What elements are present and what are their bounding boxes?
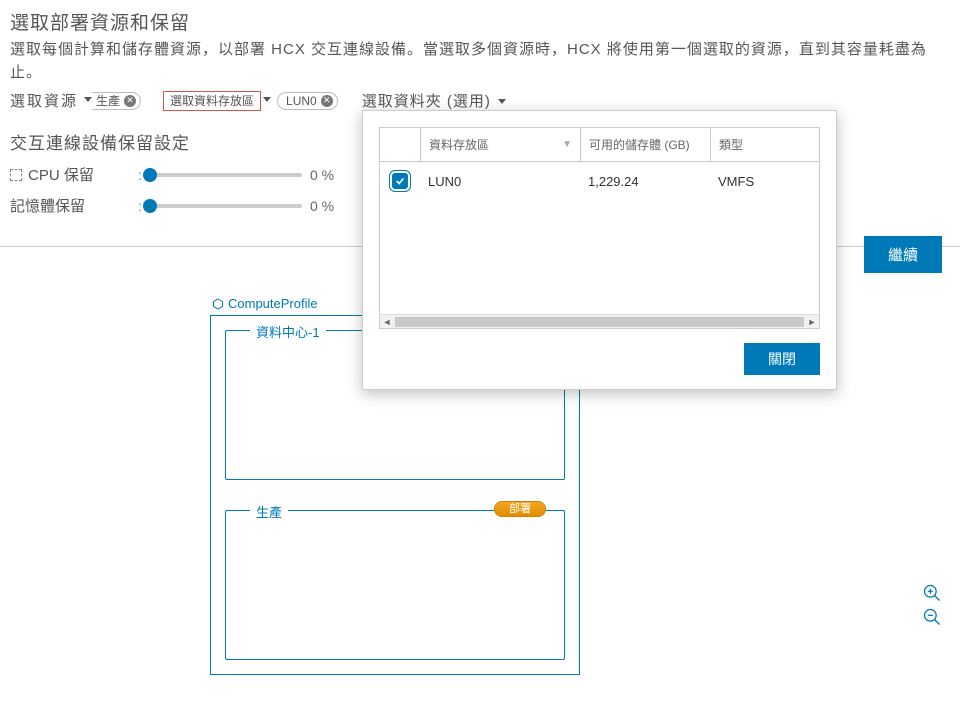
- memory-label: 記憶體保留: [10, 195, 85, 216]
- row-checkbox[interactable]: [392, 173, 408, 189]
- hexagon-icon: [212, 298, 224, 310]
- memory-reservation-row: 記憶體保留 : 0 %: [10, 195, 350, 216]
- cluster-box[interactable]: 生產 部署: [225, 510, 565, 660]
- cell-free: 1,229.24: [580, 174, 710, 189]
- chevron-down-icon[interactable]: [84, 97, 92, 102]
- datastore-popup: 資料存放區 ▼ 可用的儲存體 (GB) 類型: [362, 110, 837, 390]
- select-datastore-label: 選取資料存放區: [170, 92, 254, 109]
- memory-value: 0 %: [310, 198, 350, 214]
- horizontal-scrollbar[interactable]: ◄ ►: [380, 314, 819, 328]
- deploy-badge: 部署: [494, 501, 546, 517]
- cell-type: VMFS: [710, 174, 819, 189]
- reservation-section-title: 交互連線設備保留設定: [10, 129, 350, 154]
- remove-icon[interactable]: ✕: [124, 95, 136, 107]
- compute-profile-text: ComputeProfile: [228, 296, 318, 311]
- table-body: LUN0 1,229.24 VMFS: [380, 162, 819, 314]
- datacenter-label: 資料中心-1: [250, 322, 326, 341]
- close-button[interactable]: 關閉: [744, 343, 820, 375]
- filter-icon[interactable]: ▼: [562, 139, 572, 150]
- select-datastore-button[interactable]: 選取資料存放區: [163, 91, 261, 111]
- resource-select-row: 選取資源 生產 ✕ 選取資料存放區 LUN0 ✕ 選取資料夾 (選用): [10, 90, 950, 111]
- datastore-table: 資料存放區 ▼ 可用的儲存體 (GB) 類型: [379, 127, 820, 329]
- select-folder-label: 選取資料夾 (選用): [362, 93, 491, 110]
- column-datastore[interactable]: 資料存放區 ▼: [420, 128, 580, 161]
- column-datastore-label: 資料存放區: [429, 136, 489, 153]
- cpu-reservation-row: CPU 保留 : 0 %: [10, 164, 350, 185]
- scroll-right-icon[interactable]: ►: [805, 317, 819, 327]
- chevron-down-icon: [498, 99, 506, 104]
- cpu-icon: [10, 169, 22, 181]
- resource-chip-label: 生產: [96, 92, 120, 109]
- select-resource-label: 選取資源: [10, 90, 78, 111]
- slider-thumb[interactable]: [143, 199, 157, 213]
- scroll-left-icon[interactable]: ◄: [380, 317, 394, 327]
- slider-thumb[interactable]: [143, 168, 157, 182]
- memory-slider[interactable]: [150, 204, 302, 208]
- column-type-label: 類型: [719, 136, 743, 153]
- separator: :: [138, 167, 142, 183]
- zoom-out-icon[interactable]: [922, 607, 942, 627]
- cluster-label: 生產: [250, 502, 288, 521]
- chevron-down-icon[interactable]: [263, 97, 271, 102]
- resource-chip[interactable]: 生產 ✕: [92, 92, 141, 110]
- scroll-track[interactable]: [395, 317, 804, 327]
- continue-button[interactable]: 繼續: [864, 236, 942, 273]
- cpu-label: CPU 保留: [28, 164, 94, 185]
- column-free-label: 可用的儲存體 (GB): [589, 136, 690, 153]
- column-checkbox[interactable]: [380, 128, 420, 161]
- table-row[interactable]: LUN0 1,229.24 VMFS: [380, 162, 819, 200]
- select-folder-dropdown[interactable]: 選取資料夾 (選用): [362, 90, 508, 111]
- remove-icon[interactable]: ✕: [321, 95, 333, 107]
- table-header: 資料存放區 ▼ 可用的儲存體 (GB) 類型: [380, 128, 819, 162]
- column-type[interactable]: 類型: [710, 128, 805, 161]
- datastore-chip[interactable]: LUN0 ✕: [277, 92, 338, 110]
- datastore-chip-label: LUN0: [286, 94, 317, 108]
- zoom-controls: [922, 583, 942, 627]
- page-title: 選取部署資源和保留: [10, 8, 950, 35]
- cpu-slider[interactable]: [150, 173, 302, 177]
- separator: :: [138, 198, 142, 214]
- zoom-in-icon[interactable]: [922, 583, 942, 603]
- cell-datastore: LUN0: [420, 174, 580, 189]
- cpu-value: 0 %: [310, 167, 350, 183]
- column-free[interactable]: 可用的儲存體 (GB): [580, 128, 710, 161]
- page-description: 選取每個計算和儲存體資源，以部署 HCX 交互連線設備。當選取多個資源時，HCX…: [10, 39, 950, 84]
